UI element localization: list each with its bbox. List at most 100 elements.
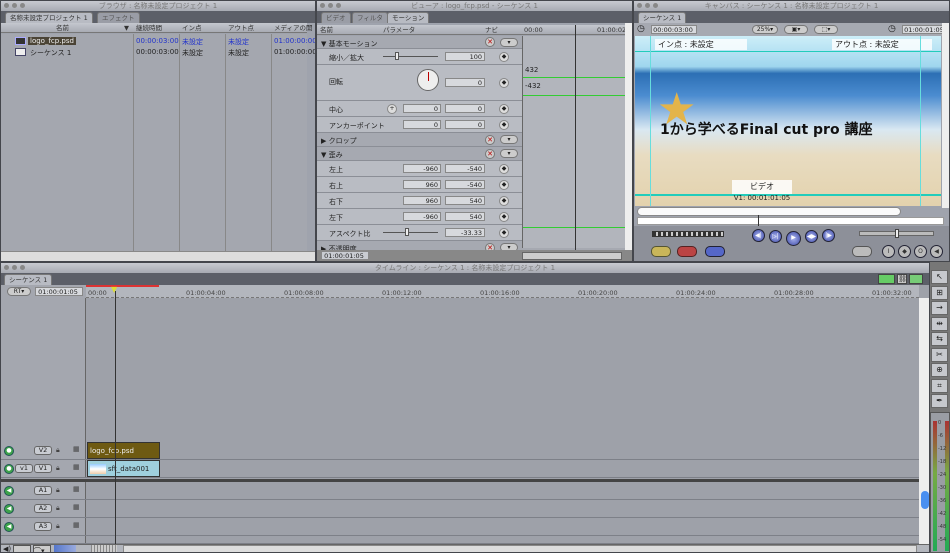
playhead[interactable] [758, 215, 759, 226]
zoom-tool-icon[interactable]: ⊕ [931, 363, 948, 377]
canvas-h-scrollbar[interactable] [637, 207, 901, 216]
track-label[interactable]: A3 [34, 522, 52, 531]
col-name[interactable]: 名前 [56, 23, 69, 33]
add-marker-button[interactable]: ◆ [898, 245, 911, 258]
window-controls[interactable] [637, 3, 658, 8]
tab-video[interactable]: ビデオ [321, 12, 351, 23]
section-crop[interactable]: ▶ クロップ [321, 136, 357, 146]
timeline-v-scrollbar[interactable] [919, 298, 929, 544]
auto-select-icon[interactable]: ▦ [73, 521, 80, 529]
track-audible-toggle[interactable]: ◀ [4, 522, 14, 532]
col-media[interactable]: メディアの開 [274, 23, 313, 33]
scale-field[interactable]: 100 [445, 52, 485, 61]
keyframe-button[interactable]: ◆ [499, 212, 509, 222]
audio-track[interactable]: ◀ A2 🔒︎ ▦ [1, 500, 919, 518]
timeline-ruler[interactable]: 00:00 01:00:04:00 01:00:08:00 01:00:12:00 01… [86, 285, 919, 298]
center-y-field[interactable]: 0 [445, 104, 485, 113]
zoom-slider[interactable] [91, 545, 117, 552]
corner-x-field[interactable]: -960 [403, 212, 441, 221]
center-x-field[interactable]: 0 [403, 104, 441, 113]
auto-select-icon[interactable]: ▦ [73, 485, 80, 493]
canvas-video[interactable]: イン点 : 未設定 アウト点 : 未設定 ★ 1から学べるFinal cut p… [635, 36, 941, 206]
video-track[interactable]: ● V2 🔒︎ ▦ logo_fcp.psd [1, 442, 919, 460]
anchor-x-field[interactable]: 0 [403, 120, 441, 129]
scrubber-bar[interactable] [637, 215, 944, 226]
timeline-clip[interactable]: logo_fcp.psd [87, 442, 160, 459]
overlay-button[interactable] [909, 274, 923, 284]
play-button[interactable]: ▶ [786, 231, 801, 246]
lock-icon[interactable]: 🔒︎ [56, 504, 60, 513]
timeline-timecode[interactable]: 01:00:01:05 [35, 287, 83, 296]
corner-x-field[interactable]: -960 [403, 164, 441, 173]
clip-overlays-button[interactable]: ⌒▾ [33, 545, 51, 552]
auto-select-icon[interactable]: ▦ [73, 463, 80, 471]
keyframe-button[interactable]: ◆ [499, 120, 509, 130]
reset-button[interactable]: ✕ [485, 135, 495, 145]
lock-icon[interactable]: 🔒︎ [56, 446, 60, 455]
prev-edit-button[interactable]: ◀| [752, 229, 765, 242]
list-item[interactable]: シーケンス 1 00:00:03:00 未設定 未設定 01:00:00:00 [1, 48, 315, 59]
jog-control[interactable] [859, 229, 934, 238]
corner-y-field[interactable]: 540 [445, 212, 485, 221]
audio-track[interactable] [1, 536, 919, 544]
keyframe-button[interactable]: ◆ [499, 104, 509, 114]
tab-effects[interactable]: エフェクト [97, 12, 140, 23]
window-controls[interactable] [320, 3, 341, 8]
playhead[interactable]: ▼ [111, 285, 117, 544]
keyframe-button[interactable]: ◆ [499, 52, 509, 62]
browser-scrollbar[interactable] [1, 251, 315, 261]
linking-button[interactable]: ⛓ [897, 274, 907, 284]
snapping-button[interactable] [878, 274, 895, 284]
browser-title-bar[interactable]: ブラウザ : 名称未設定プロジェクト 1 [1, 1, 315, 11]
rotation-field[interactable]: 0 [445, 78, 485, 87]
window-controls[interactable] [4, 3, 25, 8]
aspect-field[interactable]: -33.33 [445, 228, 485, 237]
duration-field[interactable]: 00:00:03:00 [651, 25, 697, 34]
view-popup[interactable]: ▣▾ [784, 25, 808, 34]
video-track[interactable]: ● v1 V1 🔒︎ ▦ sft_data001 [1, 460, 919, 478]
track-size-control[interactable] [54, 545, 76, 552]
display-popup[interactable]: ⬚▾ [814, 25, 838, 34]
track-audible-toggle[interactable]: ◀ [4, 486, 14, 496]
track-label[interactable]: V1 [34, 464, 52, 473]
play-around-button[interactable]: ◀▶ [805, 230, 818, 243]
keyframe-button[interactable]: ◆ [499, 180, 509, 190]
viewer-title-bar[interactable]: ビューア : logo_fcp.psd - シーケンス 1 [317, 1, 632, 11]
timeline-h-scrollbar[interactable] [123, 545, 917, 552]
tab-project[interactable]: 名称未設定プロジェクト 1 [5, 12, 93, 23]
track-visibility-toggle[interactable]: ● [4, 446, 14, 456]
list-item[interactable]: logo_fcp.psd 00:00:03:00 未設定 未設定 01:00:0… [1, 37, 315, 48]
rotation-dial[interactable] [417, 69, 439, 91]
selection-tool-icon[interactable]: ↖ [931, 270, 948, 284]
corner-y-field[interactable]: 540 [445, 196, 485, 205]
audio-toggle-icon[interactable]: ◀) [3, 545, 11, 552]
track-label[interactable]: A1 [34, 486, 52, 495]
replace-button[interactable] [705, 246, 725, 257]
sort-icon[interactable]: ▼ [124, 23, 129, 33]
zoom-slider[interactable] [522, 252, 622, 260]
audio-track[interactable]: ◀ A1 🔒︎ ▦ [1, 482, 919, 500]
auto-select-icon[interactable]: ▦ [73, 503, 80, 511]
mark-in-button[interactable]: I [882, 245, 895, 258]
slip-tool-icon[interactable]: ⇆ [931, 332, 948, 346]
keyframe-button[interactable]: ◆ [499, 78, 509, 88]
track-label[interactable]: V2 [34, 446, 52, 455]
track-label[interactable]: A2 [34, 504, 52, 513]
track-audible-toggle[interactable]: ◀ [4, 504, 14, 514]
tab-filters[interactable]: フィルタ [352, 12, 388, 23]
track-height-button[interactable] [13, 545, 31, 552]
lock-icon[interactable]: 🔒︎ [56, 486, 60, 495]
mark-clip-button[interactable]: ◀ [930, 245, 943, 258]
reset-button[interactable]: ✕ [485, 149, 495, 159]
lock-icon[interactable]: 🔒︎ [56, 522, 60, 531]
rt-menu[interactable]: RT▾ [7, 287, 31, 296]
corner-y-field[interactable]: -540 [445, 180, 485, 189]
play-in-out-button[interactable]: ▷| [769, 230, 782, 243]
aspect-slider[interactable] [383, 228, 438, 236]
razor-tool-icon[interactable]: ✂ [931, 347, 948, 362]
keyframe-graph[interactable]: 432 -432 [522, 25, 625, 250]
keyframe-button[interactable]: ◆ [499, 228, 509, 238]
zoom-popup[interactable]: 25%▾ [752, 25, 778, 34]
tab-sequence[interactable]: シーケンス 1 [4, 274, 53, 285]
keyframe-button[interactable]: ◆ [499, 164, 509, 174]
